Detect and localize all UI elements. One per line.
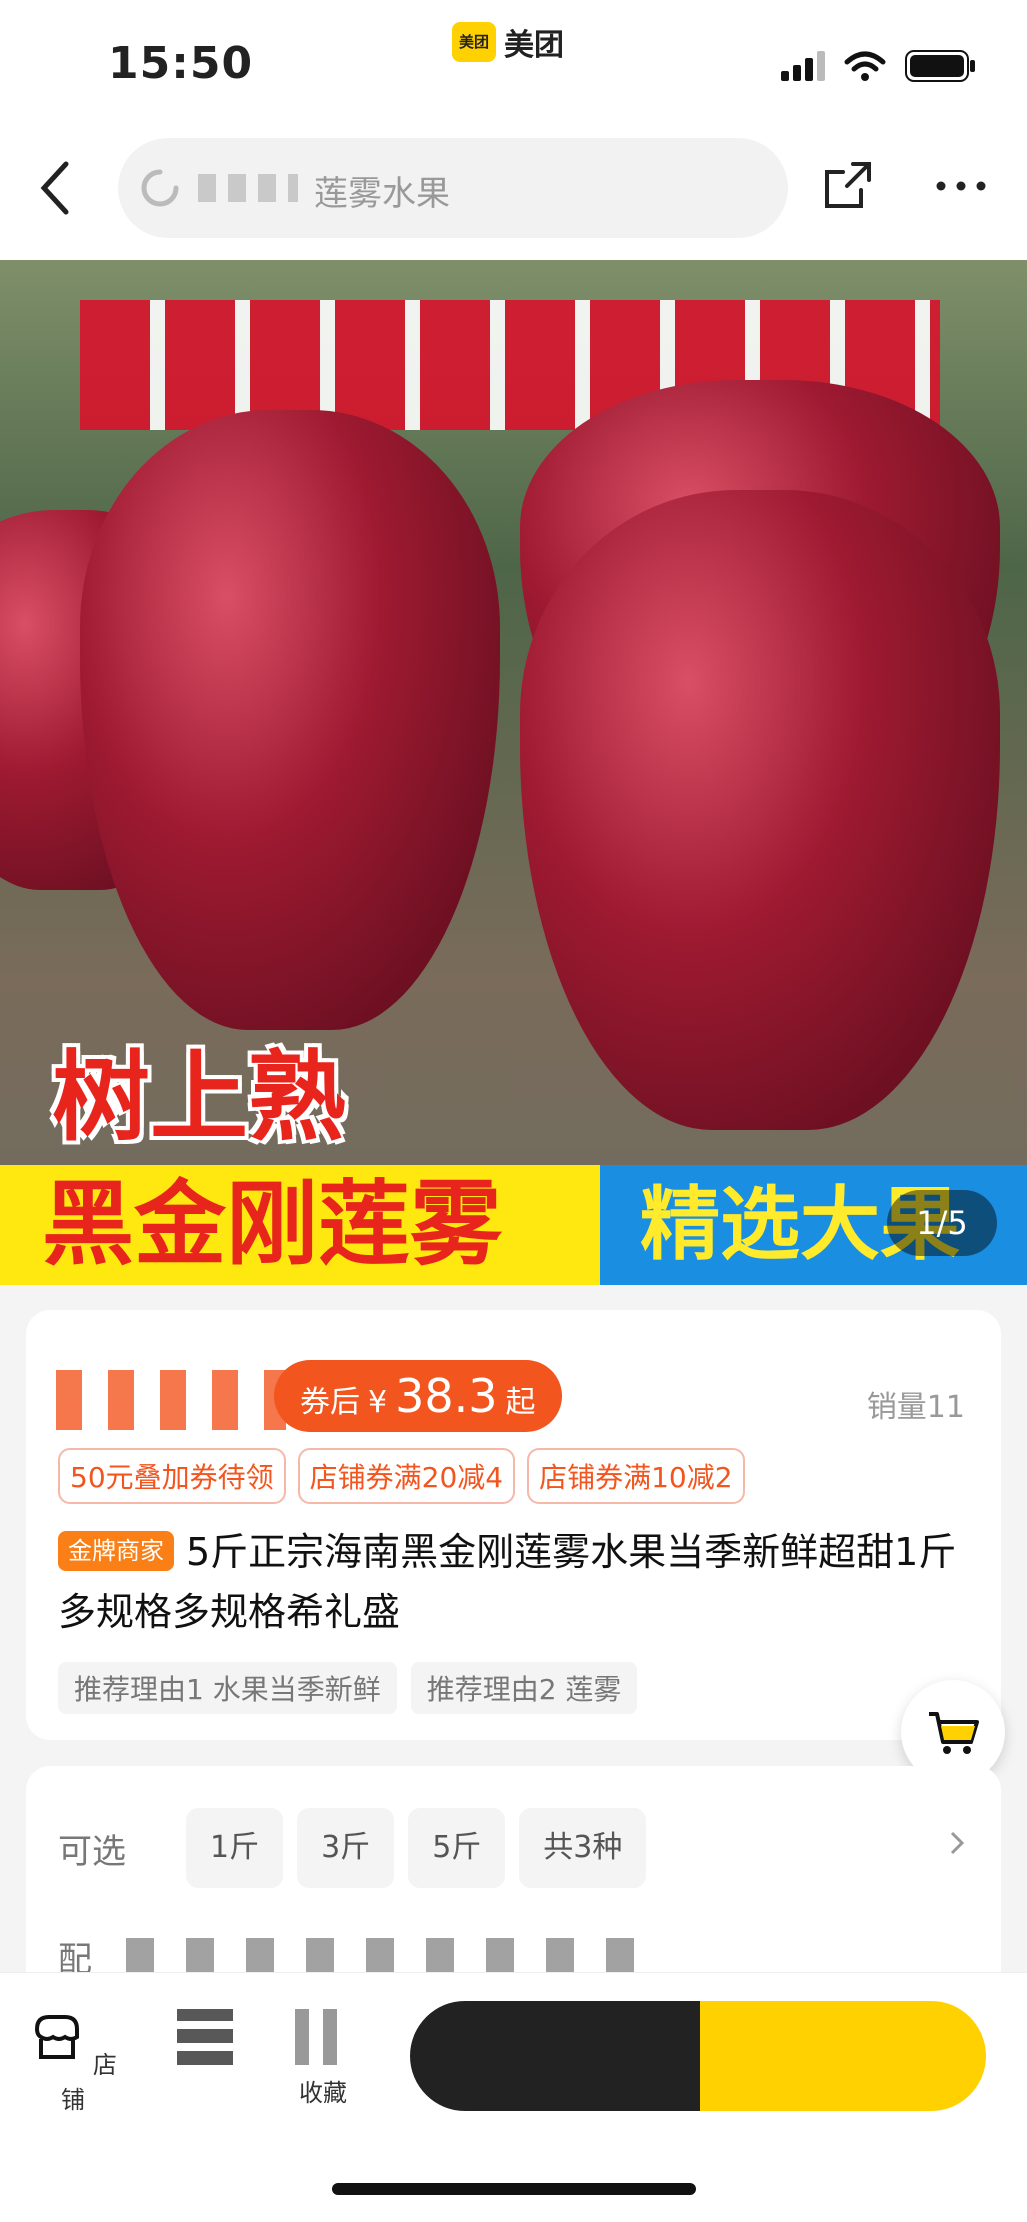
status-bar: 15:50 美团 美团 xyxy=(0,0,1027,120)
recommend-reasons: 推荐理由1 水果当季新鲜 推荐理由2 莲雾 xyxy=(58,1662,638,1714)
store-button[interactable]: 店铺 xyxy=(28,2009,118,2115)
sales-count: 销量11 xyxy=(866,1390,965,1425)
more-icon[interactable] xyxy=(931,156,991,216)
coupon-tag[interactable]: 店铺券满20减4 xyxy=(297,1448,516,1504)
home-indicator xyxy=(332,2183,696,2195)
spec-option[interactable]: 5斤 xyxy=(408,1808,506,1888)
ripe-label: 树上熟 xyxy=(52,1041,347,1155)
service-icon xyxy=(177,2009,233,2065)
spec-option[interactable]: 3斤 xyxy=(297,1808,395,1888)
app-name-label: 美团 xyxy=(504,28,564,63)
add-to-cart-button[interactable] xyxy=(410,2001,700,2111)
coupon-tag[interactable]: 店铺券满10减2 xyxy=(527,1448,745,1504)
search-input[interactable]: 莲雾水果 xyxy=(314,166,450,215)
product-title: 金牌商家 5斤正宗海南黑金刚莲雾水果当季新鲜超甜1斤多规格多规格希礼盛 xyxy=(58,1522,988,1642)
delivery-blurred xyxy=(126,1938,666,1974)
wifi-icon xyxy=(844,51,886,81)
back-icon[interactable] xyxy=(32,158,80,218)
coupon-tag[interactable]: 50元叠加券待领 xyxy=(58,1448,286,1504)
app-name: 美团 美团 xyxy=(452,20,564,64)
spec-options: 1斤 3斤 5斤 共3种 xyxy=(186,1808,647,1888)
fruit-image-part xyxy=(520,490,1000,1130)
buy-now-button[interactable] xyxy=(700,2001,986,2111)
image-bottom-banner: 黑金刚莲雾 精选大果 xyxy=(0,1165,1027,1285)
reason-tag: 推荐理由2 莲雾 xyxy=(410,1662,638,1714)
favorite-icon xyxy=(295,2009,351,2065)
coupon-price-pill: 券后 ¥ 38.3 起 xyxy=(274,1360,562,1432)
favorite-button[interactable]: 收藏 xyxy=(278,2009,368,2108)
product-image-carousel[interactable]: 树上熟 黑金刚莲雾 精选大果 1/5 xyxy=(0,260,1027,1285)
chevron-right-icon xyxy=(950,1831,965,1855)
signal-icon xyxy=(781,51,825,81)
coupon-list: 50元叠加券待领 店铺券满20减4 店铺券满10减2 xyxy=(58,1448,745,1504)
currency-symbol: ¥ xyxy=(368,1385,388,1420)
battery-icon xyxy=(905,50,975,82)
search-blur xyxy=(198,174,298,202)
share-icon[interactable] xyxy=(817,156,877,216)
product-title-text: 5斤正宗海南黑金刚莲雾水果当季新鲜超甜1斤多规格多规格希礼盛 xyxy=(58,1530,957,1634)
status-icons xyxy=(781,50,977,82)
price-blurred xyxy=(56,1370,286,1430)
service-button[interactable] xyxy=(160,2009,250,2073)
gold-merchant-badge: 金牌商家 xyxy=(58,1531,174,1571)
top-nav: 莲雾水果 xyxy=(0,120,1027,260)
spec-option[interactable]: 1斤 xyxy=(186,1808,284,1888)
reason-tag: 推荐理由1 水果当季新鲜 xyxy=(58,1662,397,1714)
product-info-card: 券后 ¥ 38.3 起 销量11 50元叠加券待领 店铺券满20减4 店铺券满1… xyxy=(26,1310,1001,1740)
price-suffix: 起 xyxy=(505,1385,536,1420)
image-pager: 1/5 xyxy=(887,1190,997,1256)
spec-card[interactable]: 可选 1斤 3斤 5斤 共3种 配 xyxy=(26,1766,1001,1996)
loading-icon xyxy=(141,169,179,207)
favorite-label: 收藏 xyxy=(299,2079,347,2107)
spec-label: 可选 xyxy=(58,1832,126,1872)
status-time: 15:50 xyxy=(108,38,254,89)
search-bar[interactable]: 莲雾水果 xyxy=(118,138,788,238)
store-icon xyxy=(35,2015,80,2059)
fruit-image-part xyxy=(80,410,500,1030)
price-prefix: 券后 xyxy=(300,1385,360,1420)
price-value: 38.3 xyxy=(395,1369,498,1423)
spec-option-count[interactable]: 共3种 xyxy=(519,1808,647,1888)
purchase-buttons xyxy=(410,2001,986,2111)
banner-left-text: 黑金刚莲雾 xyxy=(0,1165,600,1285)
app-logo: 美团 xyxy=(452,22,496,62)
